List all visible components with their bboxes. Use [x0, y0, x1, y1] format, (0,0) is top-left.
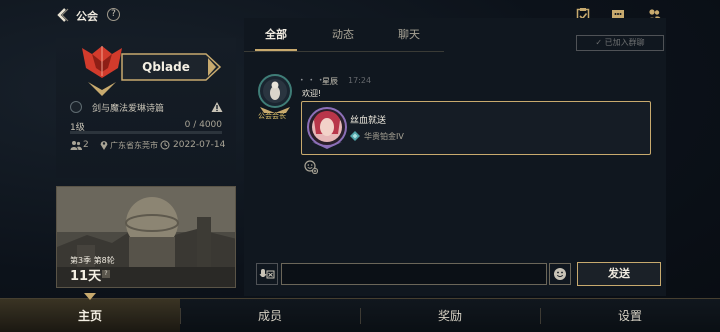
guild-feed-panel [244, 18, 666, 296]
clock-icon [160, 140, 170, 150]
voice-keyboard-icon [259, 269, 275, 279]
rank-emblem-icon [350, 131, 360, 141]
message-sender[interactable]: 星辰 [322, 76, 338, 87]
guild-location: 广东省东莞市 [110, 141, 158, 150]
nav-rewards[interactable]: 奖励 [360, 299, 540, 332]
send-button[interactable]: 发送 [577, 262, 661, 286]
guild-xp-bar [70, 131, 222, 134]
nav-settings[interactable]: 设置 [540, 299, 720, 332]
player-name: Qblade [142, 60, 190, 74]
guild-emblem-icon [82, 46, 122, 96]
emoji-button[interactable] [549, 263, 571, 285]
nav-members[interactable]: 成员 [180, 299, 360, 332]
guild-name: 剑与魔法爱琳诗篇 [92, 104, 165, 114]
active-tab-indicator [255, 49, 297, 51]
season-info-icon[interactable]: ? [102, 270, 110, 278]
help-icon[interactable]: ? [107, 8, 120, 21]
guild-created-date: 2022-07-14 [173, 140, 226, 150]
location-pin-icon [100, 141, 108, 150]
voice-input-button[interactable] [256, 263, 278, 285]
page-title: 公会 [76, 10, 98, 23]
champion-portrait [307, 107, 347, 149]
sender-rank-stars: • • • [300, 77, 325, 84]
guild-badge-icon [70, 101, 82, 113]
add-reaction-icon[interactable] [304, 160, 318, 174]
shared-card-rank: 华贵铂金IV [364, 132, 404, 141]
tab-all[interactable]: 全部 [255, 26, 297, 42]
shared-match-card[interactable] [301, 101, 651, 155]
season-days-left: 11天 [70, 269, 102, 284]
smiley-icon [554, 268, 566, 280]
message-text: 欢迎! [302, 89, 322, 98]
bottom-navigation: 主页 成员 奖励 设置 [0, 298, 720, 332]
player-name-plate: Qblade [120, 52, 222, 82]
report-warning-icon[interactable] [211, 101, 223, 113]
back-arrow-icon[interactable] [54, 7, 70, 23]
shared-card-title: 丝血就送 [350, 116, 387, 126]
guild-leader-badge: 公会会长 [258, 112, 286, 120]
nav-home[interactable]: 主页 [0, 299, 180, 332]
members-icon [70, 141, 82, 150]
tabs-divider [244, 51, 444, 52]
tab-activity[interactable]: 动态 [322, 26, 364, 42]
tab-chat[interactable]: 聊天 [388, 26, 430, 42]
joined-group-chat-button[interactable]: ✓ 已加入群聊 [576, 35, 664, 51]
guild-xp-text: 0 / 4000 [184, 120, 222, 130]
chat-message-input[interactable] [281, 263, 547, 285]
active-nav-indicator-icon [84, 293, 96, 300]
members-count: 2 [83, 140, 89, 150]
message-time: 17:24 [348, 76, 372, 85]
season-card[interactable]: 第3季 第8轮 11天 ? [56, 186, 236, 288]
